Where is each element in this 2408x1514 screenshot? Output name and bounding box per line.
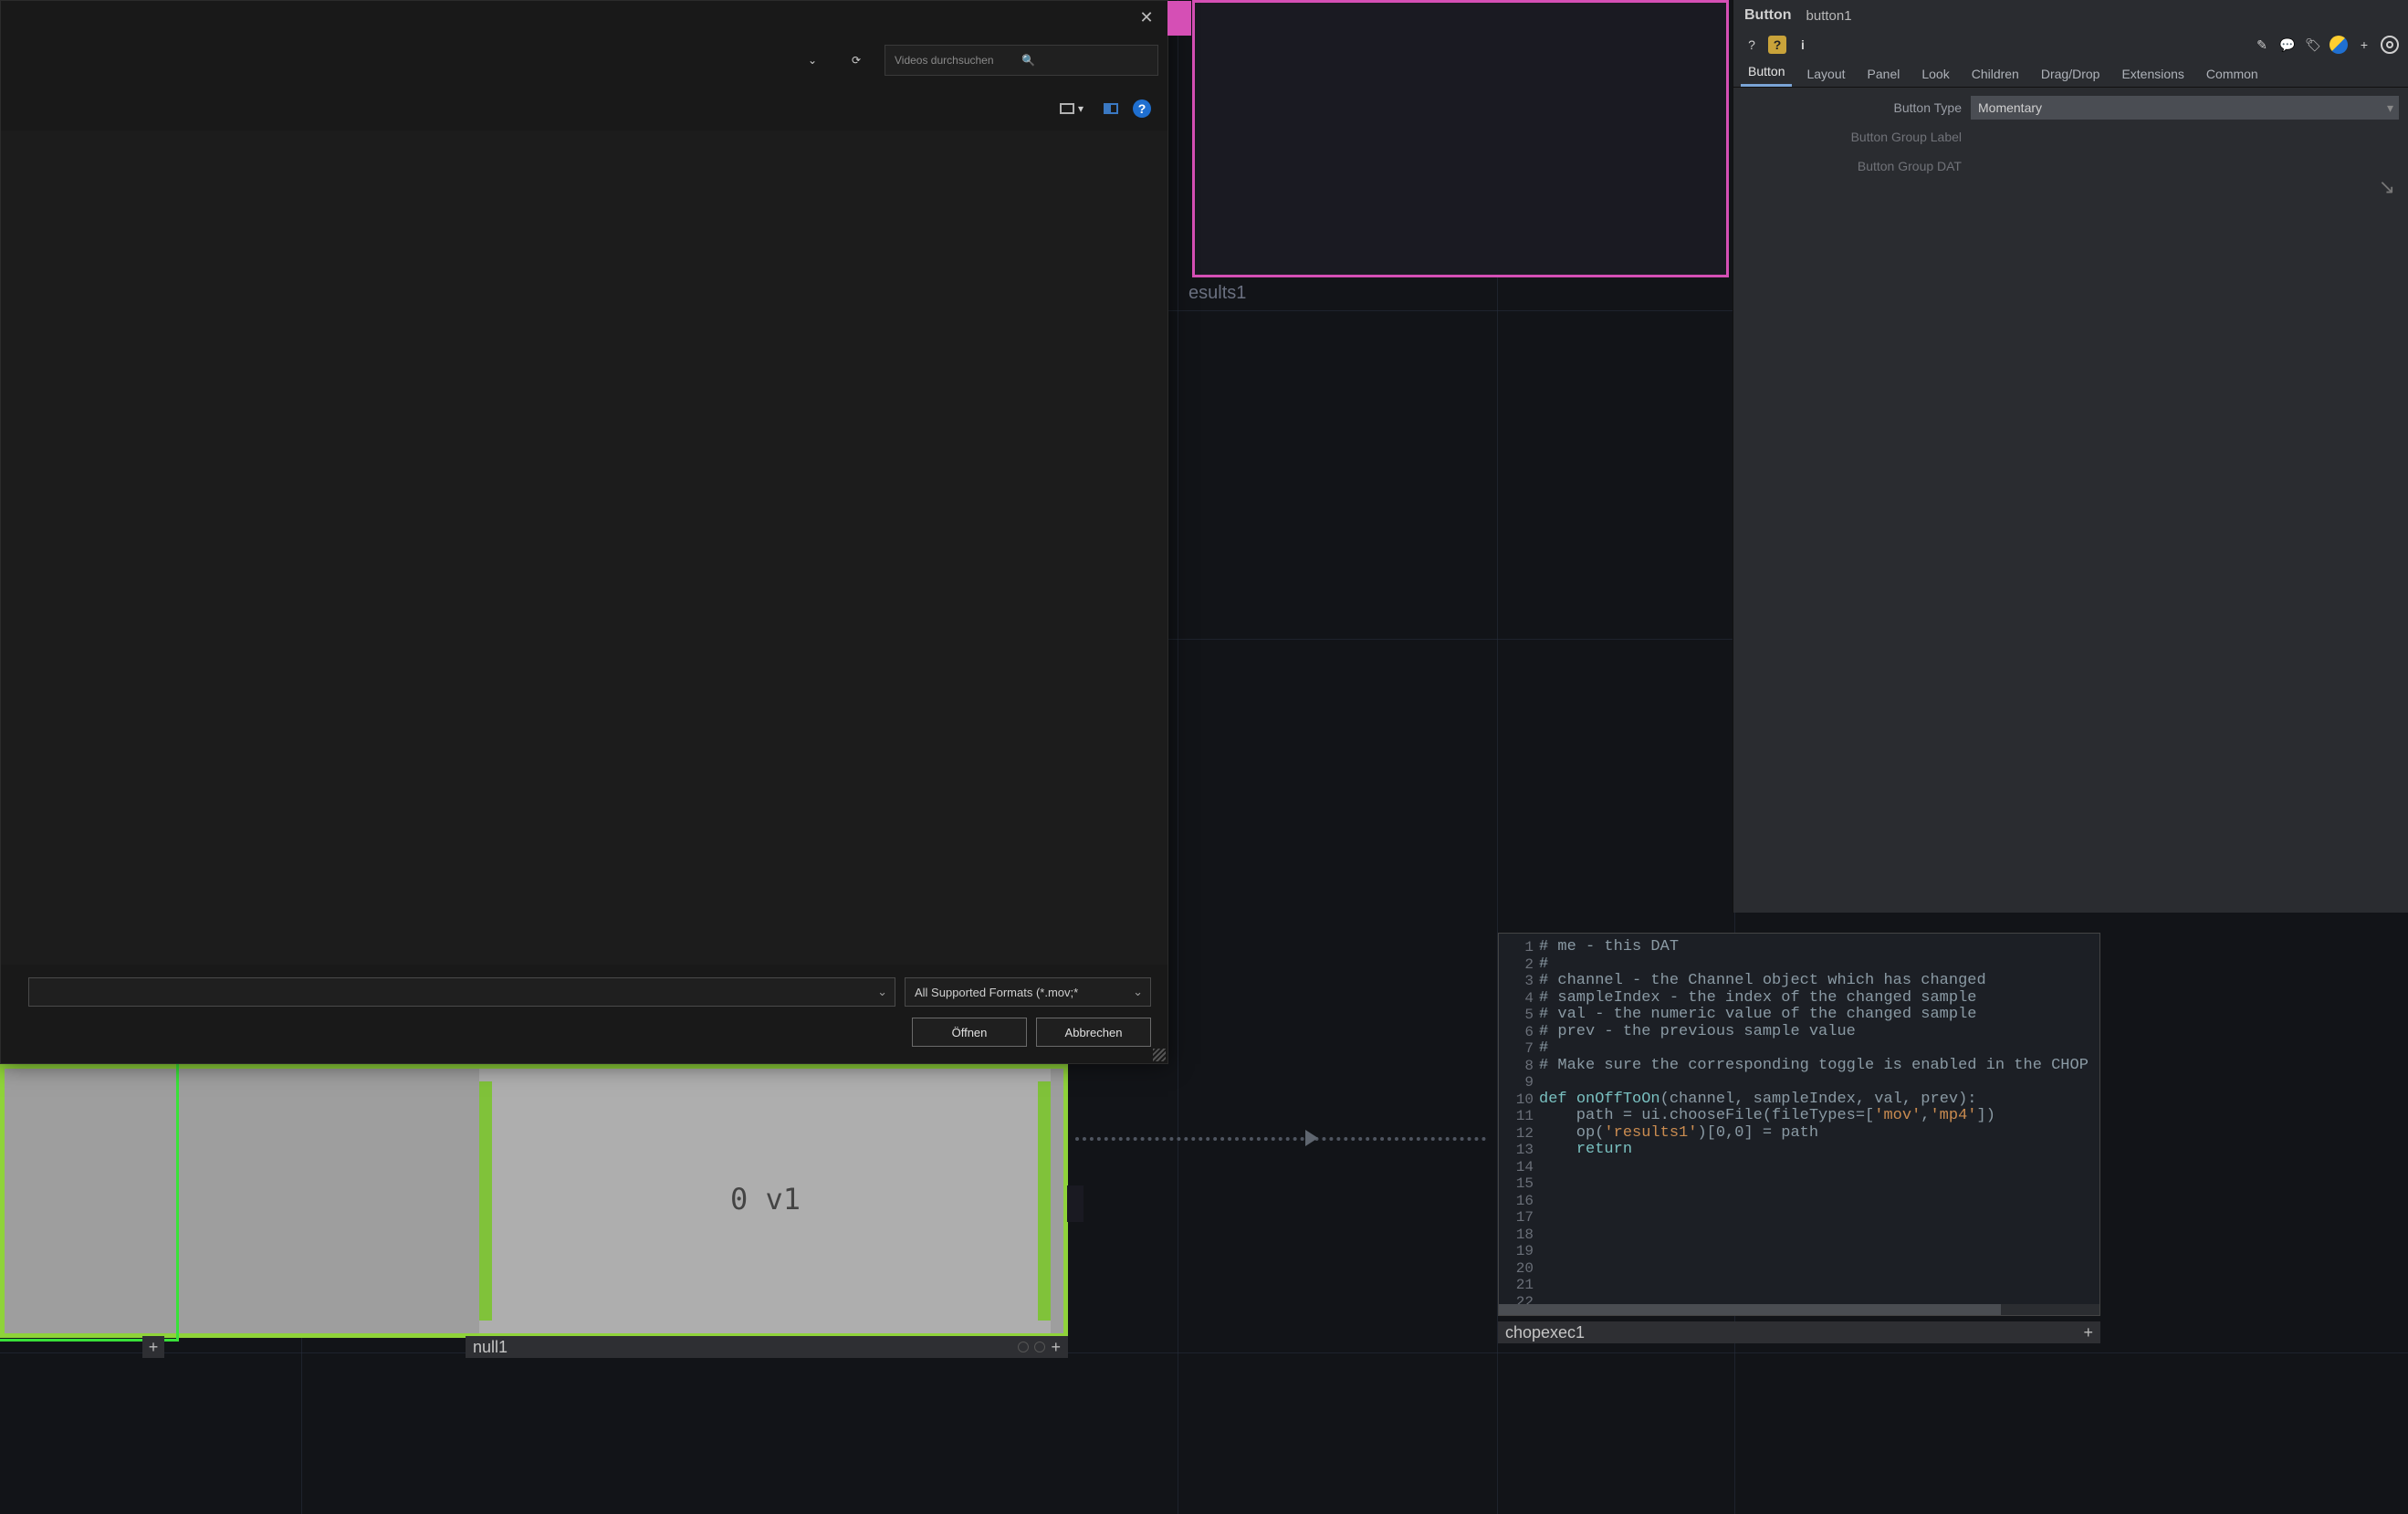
node-footer-chopexec1[interactable]: chopexec1 + <box>1498 1321 2100 1343</box>
window-accent <box>1167 1 1191 36</box>
preview-viewer[interactable] <box>1192 0 1729 277</box>
preview-pane-icon <box>1104 103 1118 114</box>
focus-icon[interactable] <box>2381 36 2399 54</box>
param-row-buttontype: Button Type Momentary ▾ <box>1733 93 2408 122</box>
comment-icon[interactable]: 💬 <box>2278 36 2297 54</box>
param-label: Button Group DAT <box>1733 159 1971 173</box>
tab-dragdrop[interactable]: Drag/Drop <box>2034 61 2108 87</box>
param-row-grouplabel: Button Group Label <box>1733 122 2408 151</box>
param-row-groupdat: Button Group DAT <box>1733 151 2408 181</box>
output-connector[interactable] <box>1067 1185 1084 1222</box>
dropdown-caret-icon: ▾ <box>2387 100 2393 116</box>
add-flag-icon[interactable]: + <box>142 1336 164 1358</box>
wire-arrow-icon <box>1305 1130 1318 1146</box>
param-rows: Button Type Momentary ▾ Button Group Lab… <box>1733 88 2408 181</box>
viewer-flag-icon[interactable] <box>1018 1342 1029 1352</box>
param-header: Button button1 <box>1733 0 2408 31</box>
param-label: Button Group Label <box>1733 130 1971 144</box>
node-footer-null1[interactable]: null1 + <box>466 1336 1068 1358</box>
thumbnail-icon <box>1060 103 1074 114</box>
clone-flag-icon[interactable] <box>1034 1342 1045 1352</box>
help-icon[interactable]: ? <box>1133 99 1151 118</box>
search-input[interactable]: Videos durchsuchen 🔍 <box>885 45 1158 76</box>
python-icon[interactable] <box>2329 36 2348 54</box>
search-placeholder: Videos durchsuchen <box>895 54 1021 67</box>
info-icon[interactable]: i <box>1794 36 1812 54</box>
dialog-titlebar[interactable]: ✕ <box>1 1 1167 34</box>
node-name-null1: null1 <box>473 1338 508 1357</box>
code-gutter: 1 2 3 4 5 6 7 8 9 10 11 12 13 14 15 16 1… <box>1499 939 1534 1310</box>
close-button[interactable]: ✕ <box>1125 1 1167 34</box>
file-open-dialog: ✕ ⌄ ⟳ Videos durchsuchen 🔍 ▾ ? ⌄ All Sup… <box>0 0 1168 1064</box>
reference-wire <box>1075 1137 1486 1141</box>
param-label: Button Type <box>1733 100 1971 115</box>
resize-grip-icon[interactable] <box>1153 1049 1166 1061</box>
code-scrollbar[interactable] <box>1499 1304 2099 1315</box>
param-iconrow: ? ? i ✎ 💬 🏷 + <box>1733 31 2408 58</box>
filetype-value: All Supported Formats (*.mov;* <box>915 986 1078 999</box>
node-name-chopexec1: chopexec1 <box>1505 1323 1585 1342</box>
operator-name[interactable]: button1 <box>1806 8 1852 24</box>
tab-look[interactable]: Look <box>1914 61 1956 87</box>
chopexec-dat-node[interactable]: 1 2 3 4 5 6 7 8 9 10 11 12 13 14 15 16 1… <box>1498 933 2100 1316</box>
preview-pane-button[interactable] <box>1098 99 1124 118</box>
cancel-button[interactable]: Abbrechen <box>1036 1018 1151 1047</box>
param-tabs: Button Layout Panel Look Children Drag/D… <box>1733 58 2408 88</box>
code-content: # me - this DAT # # channel - the Channe… <box>1539 939 2089 1159</box>
filetype-combo[interactable]: All Supported Formats (*.mov;* ⌄ <box>905 977 1151 1007</box>
tab-children[interactable]: Children <box>1964 61 2026 87</box>
tab-common[interactable]: Common <box>2199 61 2266 87</box>
edit-icon[interactable]: ✎ <box>2253 36 2271 54</box>
tab-extensions[interactable]: Extensions <box>2114 61 2191 87</box>
tab-layout[interactable]: Layout <box>1799 61 1852 87</box>
wiki-help-icon[interactable]: ? <box>1768 36 1786 54</box>
disabled-link-icon: ↘ <box>2379 175 2395 199</box>
help-icon[interactable]: ? <box>1743 36 1761 54</box>
operator-type: Button <box>1744 7 1792 24</box>
filename-combo[interactable]: ⌄ <box>28 977 895 1007</box>
chop-channel-label: 0 v1 <box>730 1182 801 1216</box>
search-icon: 🔍 <box>1021 54 1148 67</box>
tab-button[interactable]: Button <box>1741 58 1792 87</box>
open-button[interactable]: Öffnen <box>912 1018 1027 1047</box>
refresh-icon[interactable]: ⟳ <box>841 45 872 76</box>
dialog-toolbar: ⌄ ⟳ Videos durchsuchen 🔍 <box>1 34 1167 87</box>
tab-panel[interactable]: Panel <box>1860 61 1908 87</box>
dialog-file-list[interactable] <box>1 131 1167 965</box>
view-mode-button[interactable]: ▾ <box>1054 99 1089 119</box>
add-flag-icon[interactable]: + <box>2083 1323 2093 1342</box>
null-chop-node[interactable]: 0 v1 <box>0 1064 1068 1338</box>
chevron-down-icon[interactable]: ⌄ <box>797 45 828 76</box>
add-param-icon[interactable]: + <box>2355 36 2373 54</box>
node-label-results1: esults1 <box>1188 283 1246 304</box>
param-value-buttontype[interactable]: Momentary ▾ <box>1971 96 2399 120</box>
add-flag-icon[interactable]: + <box>1051 1338 1061 1357</box>
dialog-footer: ⌄ All Supported Formats (*.mov;* ⌄ Öffne… <box>1 965 1167 1063</box>
dialog-view-row: ▾ ? <box>1 87 1167 131</box>
parameters-panel: Button button1 ? ? i ✎ 💬 🏷 + Button Layo… <box>1733 0 2408 913</box>
tag-icon[interactable]: 🏷 <box>2304 36 2322 54</box>
